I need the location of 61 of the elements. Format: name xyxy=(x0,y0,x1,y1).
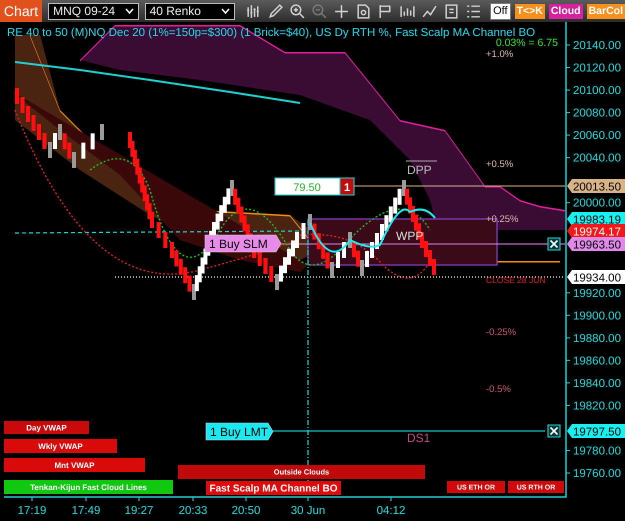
instrument-dropdown[interactable]: MNQ 09-24 xyxy=(48,2,139,20)
toolbar-toggle-button[interactable]: Cloud xyxy=(548,4,583,18)
indicator-button[interactable]: Day VWAP xyxy=(4,421,89,434)
price-axis-label: 19860.00 xyxy=(573,355,621,368)
time-axis-label: 19:27 xyxy=(124,505,154,517)
caret-icon xyxy=(124,8,134,14)
percent-level-label: +0.5% xyxy=(486,159,514,170)
percent-level-label: +1.0% xyxy=(486,49,514,60)
price-axis-label: 20080.00 xyxy=(573,108,621,120)
order-label[interactable]: 1 Buy LMT xyxy=(206,422,274,440)
chart-title: RE 40 to 50 (M)NQ Dec 20 (1%=150p=$300) (1 Brick=$40), US Dy RTH %, Fast Scalp MA Channel BO xyxy=(7,27,536,39)
price-axis-label: 19880.00 xyxy=(573,332,621,345)
bar-type-dropdown[interactable]: 40 Renko xyxy=(144,2,236,20)
percent-level-label: -0.25% xyxy=(486,327,516,338)
price-axis-label: 19820.00 xyxy=(573,400,621,412)
price-marker: 19934.00 xyxy=(567,270,625,284)
time-axis-label: 17:19 xyxy=(18,505,46,517)
time-axis-label: 20:33 xyxy=(178,505,208,517)
brick-info-text: 0.03% = 6.75 xyxy=(496,37,558,49)
price-axis-label: 20040.00 xyxy=(573,152,621,165)
document-search-icon[interactable] xyxy=(355,2,372,20)
price-axis-label: 20060.00 xyxy=(573,130,621,142)
position-quantity-badge: 1 xyxy=(340,178,354,196)
indicator-button[interactable]: Fast Scalp MA Channel BO xyxy=(206,481,341,495)
price-axis-label: 20140.00 xyxy=(573,40,621,52)
pivot-label: DPP xyxy=(406,160,438,177)
price-marker: 19963.50 xyxy=(567,237,625,252)
caret-icon xyxy=(221,8,230,14)
zoom-out-icon[interactable] xyxy=(311,2,328,20)
pivot-label: DS1 xyxy=(407,431,430,445)
document-icon[interactable] xyxy=(443,2,460,20)
price-marker: 19974.17 xyxy=(567,224,625,238)
price-axis-label: 19920.00 xyxy=(573,288,621,300)
time-axis-label: 30 Jun xyxy=(290,505,326,517)
position-price-box: 79.50 xyxy=(274,178,340,196)
price-axis-label: 20100.00 xyxy=(573,85,621,98)
time-axis-label: 20:50 xyxy=(232,505,260,517)
mode-dropdown[interactable]: Off xyxy=(490,2,511,20)
price-marker: 20013.50 xyxy=(567,179,625,194)
price-axis-label: 19760.00 xyxy=(573,468,621,480)
list-icon[interactable] xyxy=(465,2,482,20)
percent-level-label: +0.25% xyxy=(486,214,518,225)
price-axis-label: 20120.00 xyxy=(573,62,621,75)
percent-level-label: -0.5% xyxy=(486,384,511,395)
pencil-icon[interactable] xyxy=(267,2,284,20)
price-axis-label: 19900.00 xyxy=(573,310,621,322)
price-marker: 19797.50 xyxy=(567,424,625,438)
crosshair-icon[interactable] xyxy=(333,2,350,20)
close-icon[interactable] xyxy=(548,424,560,438)
zoom-in-icon[interactable] xyxy=(289,2,306,20)
order-label[interactable]: 1 Buy SLM xyxy=(204,234,282,252)
price-axis-label: 20000.00 xyxy=(573,198,621,210)
window-title: Chart xyxy=(0,0,42,22)
time-axis-label: 04:12 xyxy=(376,505,406,517)
price-axis-label: 19780.00 xyxy=(573,445,621,458)
pivot-label: CLOSE 28 JUN xyxy=(486,275,546,285)
close-icon[interactable] xyxy=(548,238,560,250)
time-axis-label: 17:49 xyxy=(72,505,100,517)
indicator-button[interactable]: Mnt VWAP xyxy=(4,458,145,472)
price-axis-label: 19840.00 xyxy=(573,378,621,390)
indicator-button[interactable]: Wkly VWAP xyxy=(4,439,117,453)
